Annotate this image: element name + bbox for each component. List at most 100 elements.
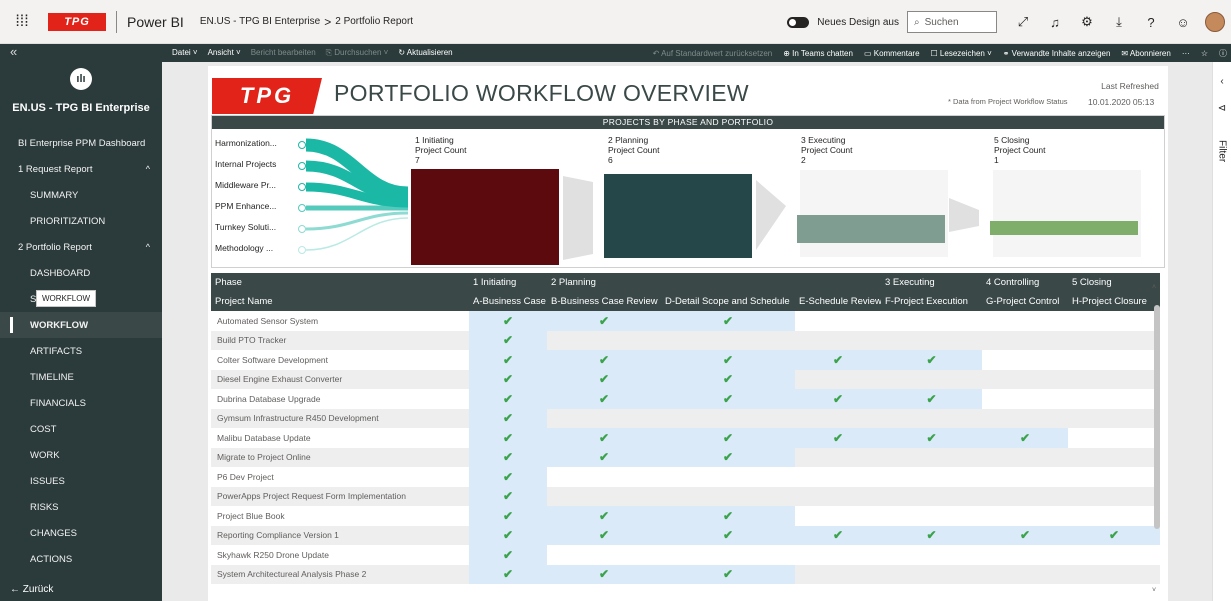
action-durchsuchen[interactable]: ⎘ Durchsuchen ˅ [326, 48, 389, 58]
nav-item-risks[interactable]: RISKS [0, 494, 162, 520]
nav-item-cost[interactable]: COST [0, 416, 162, 442]
action-abonnieren[interactable]: ✉ Abonnieren [1121, 49, 1170, 58]
action-verwandte-inhalte-anzeigen[interactable]: ⚭ Verwandte Inhalte anzeigen [1003, 49, 1111, 58]
table-row[interactable]: PowerApps Project Request Form Implement… [211, 486, 1160, 506]
table-row[interactable]: Diesel Engine Exhaust Converter ✔ ✔ ✔ [211, 369, 1160, 390]
project-name-cell: Automated Sensor System [217, 315, 319, 326]
nav-item-timeline[interactable]: TIMELINE [0, 364, 162, 390]
portfolio-node[interactable] [298, 183, 306, 191]
filter-label[interactable]: Filter [1217, 140, 1228, 162]
nav-item-2-portfolio-report[interactable]: 2 Portfolio Report ^ [0, 234, 162, 260]
back-button[interactable]: ← Zurück [10, 584, 53, 595]
status-cell: ✔ [469, 447, 547, 467]
nav-item-actions[interactable]: ACTIONS [0, 546, 162, 572]
action-ansicht[interactable]: Ansicht ˅ [208, 48, 241, 58]
nav-item-issues[interactable]: ISSUES [0, 468, 162, 494]
app-name[interactable]: Power BI [127, 14, 184, 30]
portfolio-category-label[interactable]: PPM Enhance... [215, 201, 276, 211]
table-row[interactable]: Automated Sensor System ✔ ✔ ✔ [211, 311, 1160, 331]
design-toggle[interactable] [787, 16, 810, 28]
nav-item-dashboard[interactable]: DASHBOARD [0, 260, 162, 286]
nav-item-prioritization[interactable]: PRIORITIZATION [0, 208, 162, 234]
nav-item-artifacts[interactable]: ARTIFACTS [0, 338, 162, 364]
project-name-header[interactable]: Project Name [211, 291, 469, 311]
action-datei[interactable]: Datei ˅ [172, 48, 198, 58]
table-row[interactable]: Malibu Database Update ✔ ✔ ✔ ✔ ✔ ✔ [211, 428, 1160, 448]
column-header-d-detail-scope-and-schedule[interactable]: D-Detail Scope and Schedule [661, 291, 795, 311]
check-icon: ✔ [502, 450, 514, 465]
nav-item-1-request-report[interactable]: 1 Request Report ^ [0, 156, 162, 182]
phase-bar-5-closing[interactable] [990, 220, 1138, 235]
filter-pane[interactable]: ‹ ⊲ Filter [1212, 62, 1231, 601]
nav-item-summary[interactable]: SUMMARY [0, 182, 162, 208]
breadcrumb-report[interactable]: 2 Portfolio Report [335, 16, 413, 27]
table-row[interactable]: Colter Software Development ✔ ✔ ✔ ✔ ✔ [211, 350, 1160, 370]
chevron-up-icon[interactable]: ^ [146, 242, 150, 252]
portfolio-category-label[interactable]: Middleware Pr... [215, 180, 276, 190]
status-cell [881, 331, 982, 351]
action-in-teams-chatten[interactable]: ⊕ In Teams chatten [783, 49, 853, 58]
phase-bar-3-executing[interactable] [797, 214, 945, 243]
column-header-b-business-case-review[interactable]: B-Business Case Review [547, 291, 661, 311]
nav-item-workflow[interactable]: WORKFLOW [0, 312, 162, 338]
table-row[interactable]: Project Blue Book ✔ ✔ ✔ [211, 506, 1160, 526]
user-avatar[interactable] [1205, 12, 1225, 32]
portfolio-category-label[interactable]: Harmonization... [215, 138, 277, 148]
column-header-h-project-closure[interactable]: H-Project Closure [1068, 291, 1160, 311]
status-cell [982, 467, 1068, 487]
chevron-left-icon[interactable]: ‹ [1213, 76, 1231, 87]
phase-funnel-visual[interactable]: PROJECTS BY PHASE AND PORTFOLIO Harmoniz… [211, 115, 1165, 268]
column-header-a-business-case[interactable]: A-Business Case [469, 291, 547, 311]
action-aktualisieren[interactable]: ↻ Aktualisieren [398, 48, 452, 58]
portfolio-node[interactable] [298, 162, 306, 170]
action-item-6[interactable]: ··· [1182, 49, 1190, 58]
phase-bar-1-initiating[interactable] [411, 169, 559, 265]
action-item-8[interactable]: ⓘ [1219, 48, 1227, 59]
portfolio-node[interactable] [298, 141, 306, 149]
portfolio-node[interactable] [298, 225, 306, 233]
app-launcher-icon[interactable]: ⁞⁞⁞ [0, 0, 44, 44]
expand-icon[interactable]: ⤢ [1007, 14, 1039, 30]
search-input[interactable]: ⌕ Suchen [907, 11, 997, 33]
table-row[interactable]: Reporting Compliance Version 1 ✔ ✔ ✔ ✔ ✔ ✔ ✔ [211, 525, 1160, 545]
action-item-7[interactable]: ☆ [1201, 49, 1208, 58]
portfolio-node[interactable] [298, 204, 306, 212]
help-icon[interactable]: ? [1135, 15, 1167, 30]
table-row[interactable]: Gymsum Infrastructure R450 Development ✔ [211, 408, 1160, 428]
portfolio-category-label[interactable]: Methodology ... [215, 243, 273, 253]
table-row[interactable]: P6 Dev Project ✔ [211, 467, 1160, 487]
phase-bar-2-planning[interactable] [604, 174, 752, 258]
table-row[interactable]: System Architectureal Analysis Phase 2 ✔ ✔… [211, 564, 1160, 584]
portfolio-category-label[interactable]: Turnkey Soluti... [215, 222, 276, 232]
table-row[interactable]: Build PTO Tracker ✔ [211, 330, 1160, 351]
portfolio-node[interactable] [298, 246, 306, 254]
scroll-down-icon[interactable]: ˅ [1152, 587, 1156, 594]
gear-icon[interactable]: ⚙ [1071, 14, 1103, 30]
smiley-icon[interactable]: ☺ [1167, 15, 1199, 30]
table-row[interactable]: Dubrina Database Upgrade ✔ ✔ ✔ ✔ ✔ [211, 389, 1160, 409]
column-header-e-schedule-review[interactable]: E-Schedule Review [795, 291, 881, 311]
nav-item-work[interactable]: WORK [0, 442, 162, 468]
portfolio-category-label[interactable]: Internal Projects [215, 159, 276, 169]
scroll-up-icon[interactable]: ˄ [1152, 284, 1156, 291]
chevron-up-icon[interactable]: ^ [146, 164, 150, 174]
table-row[interactable]: Skyhawk R250 Drone Update ✔ [211, 545, 1160, 565]
breadcrumb-workspace[interactable]: EN.US - TPG BI Enterprise [200, 16, 320, 27]
table-scrollbar[interactable] [1154, 305, 1160, 529]
workflow-matrix-table[interactable]: Phase 1 Initiating 2 Planning 3 Executing 4 … [211, 273, 1160, 601]
column-header-f-project-execution[interactable]: F-Project Execution [881, 291, 982, 311]
nav-item-financials[interactable]: FINANCIALS [0, 390, 162, 416]
column-header-g-project-control[interactable]: G-Project Control [982, 291, 1068, 311]
action-kommentare[interactable]: ▭ Kommentare [864, 49, 920, 58]
nav-item-changes[interactable]: CHANGES [0, 520, 162, 546]
collapse-nav-icon[interactable]: « [0, 44, 162, 62]
table-row[interactable]: Migrate to Project Online ✔ ✔ ✔ [211, 447, 1160, 467]
check-icon: ✔ [502, 313, 514, 328]
action-lesezeichen[interactable]: ☐ Lesezeichen ˅ [931, 49, 992, 58]
download-icon[interactable]: ⤓ [1103, 14, 1135, 30]
bell-icon[interactable]: ♫ [1039, 15, 1071, 30]
action-bericht-bearbeiten[interactable]: Bericht bearbeiten [251, 48, 316, 58]
status-cell [881, 370, 982, 390]
nav-item-bi-enterprise-ppm-dashboard[interactable]: BI Enterprise PPM Dashboard [0, 130, 162, 156]
action-auf-standardwert-zur-cksetzen[interactable]: ↶ Auf Standardwert zurücksetzen [653, 49, 773, 58]
